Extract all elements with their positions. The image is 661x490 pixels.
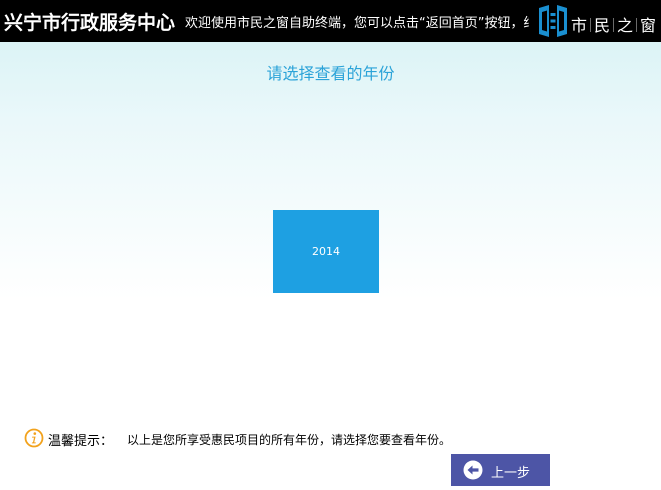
welcome-marquee-text: 欢迎使用市民之窗自助终端，您可以点击“返回首页”按钮，结 bbox=[185, 16, 529, 31]
info-icon bbox=[24, 428, 44, 448]
tip-text: 以上是您所享受惠民项目的所有年份，请选择您要查看年份。 bbox=[127, 433, 452, 447]
year-tile-2014[interactable]: 2014 bbox=[273, 210, 379, 293]
logo-separator bbox=[613, 18, 615, 32]
center-name: 兴宁市行政服务中心 bbox=[4, 12, 176, 34]
welcome-marquee: 欢迎使用市民之窗自助终端，您可以点击“返回首页”按钮，结 bbox=[185, 0, 529, 42]
logo-separator bbox=[590, 18, 592, 32]
shimin-zhichuang-logo: 市民之窗 bbox=[537, 4, 661, 38]
year-tile-label: 2014 bbox=[312, 245, 340, 258]
logo-char-4: 窗 bbox=[640, 16, 657, 35]
top-header: 兴宁市行政服务中心 欢迎使用市民之窗自助终端，您可以点击“返回首页”按钮，结 市… bbox=[0, 0, 661, 42]
page-title: 请选择查看的年份 bbox=[266, 64, 395, 83]
logo-char-3: 之 bbox=[617, 16, 634, 35]
logo-text: 市民之窗 bbox=[571, 12, 656, 36]
previous-step-button[interactable]: 上一步 bbox=[451, 454, 550, 486]
previous-step-label: 上一步 bbox=[491, 466, 531, 481]
shimin-zhichuang-logo-icon bbox=[539, 5, 567, 37]
logo-char-1: 市 bbox=[571, 16, 588, 35]
tip-label: 温馨提示： bbox=[48, 434, 114, 449]
logo-separator bbox=[636, 18, 638, 32]
arrow-left-circle-icon bbox=[463, 460, 483, 480]
logo-char-2: 民 bbox=[594, 16, 611, 35]
